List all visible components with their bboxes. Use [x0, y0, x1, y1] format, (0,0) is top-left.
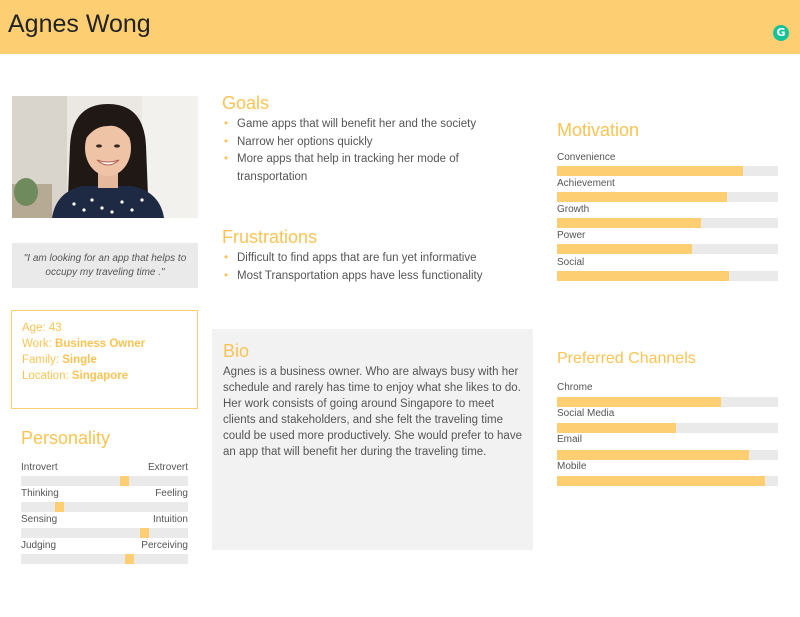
motivation-label: Social: [557, 257, 585, 268]
motivation-fill: [557, 271, 730, 281]
scale-track: [21, 476, 188, 486]
channel-track: [557, 397, 778, 407]
motivation-label: Growth: [557, 204, 590, 215]
scale-marker: [125, 554, 135, 564]
age-value: 43: [48, 322, 62, 334]
channel-fill: [557, 476, 765, 486]
motivation-track: [557, 192, 778, 202]
persona-info-box: Age: 43 Work: Business Owner Family: Sin…: [11, 310, 198, 409]
motivation-fill: [557, 192, 728, 202]
channel-label: Mobile: [557, 461, 587, 472]
work-value: Business Owner: [55, 338, 146, 350]
motivation-label: Power: [557, 230, 586, 241]
channel-track: [557, 476, 778, 486]
age-label: Age:: [22, 322, 46, 334]
motivation-label: Achievement: [557, 178, 615, 189]
channel-fill: [557, 397, 721, 407]
work-row: Work: Business Owner: [22, 336, 187, 352]
goals-list: Game apps that will benefit her and the …: [222, 116, 492, 186]
scale-marker: [54, 502, 64, 512]
frustrations-title: Frustrations: [222, 227, 318, 247]
channel-track: [557, 450, 778, 460]
age-row: Age: 43: [22, 320, 187, 336]
grammarly-icon[interactable]: G: [773, 25, 789, 41]
portrait-illustration: [12, 96, 198, 218]
persona-name: Agnes Wong: [8, 10, 151, 38]
bio-panel: Bio Agnes is a business owner. Who are a…: [212, 329, 533, 550]
work-label: Work:: [22, 338, 52, 350]
persona-header: Agnes Wong G: [0, 0, 800, 54]
scale-left-label: Introvert: [21, 462, 58, 473]
goal-item: More apps that help in tracking her mode…: [222, 151, 492, 186]
scale-track: [21, 528, 188, 538]
frustration-item: Difficult to find apps that are fun yet …: [222, 250, 522, 268]
motivation-title: Motivation: [557, 120, 640, 140]
scale-left-label: Judging: [21, 540, 57, 551]
scale-left-label: Sensing: [21, 514, 58, 525]
location-value: Singapore: [71, 370, 129, 382]
scale-left-label: Thinking: [21, 488, 59, 499]
scale-right-label: Intuition: [152, 514, 188, 525]
frustrations-list: Difficult to find apps that are fun yet …: [222, 250, 522, 285]
scale-right-label: Perceiving: [141, 540, 188, 551]
channel-label: Chrome: [557, 382, 593, 393]
motivation-track: [557, 166, 778, 176]
location-row: Location: Singapore: [22, 368, 187, 384]
motivation-fill: [557, 166, 743, 176]
personality-title: Personality: [21, 428, 111, 448]
channel-label: Email: [557, 434, 583, 445]
bio-text: Agnes is a business owner. Who are alway…: [223, 364, 527, 460]
family-label: Family:: [22, 354, 60, 366]
channel-track: [557, 423, 778, 433]
persona-quote: "I am looking for an app that helps to o…: [12, 243, 198, 288]
goal-item: Narrow her options quickly: [222, 134, 492, 152]
goal-item: Game apps that will benefit her and the …: [222, 116, 492, 134]
family-value: Single: [62, 354, 97, 366]
motivation-fill: [557, 218, 701, 228]
motivation-track: [557, 271, 778, 281]
goals-title: Goals: [222, 93, 270, 113]
scale-right-label: Feeling: [155, 488, 188, 499]
channel-fill: [557, 450, 750, 460]
scale-marker: [120, 476, 130, 486]
motivation-track: [557, 218, 778, 228]
bio-title: Bio: [223, 341, 250, 361]
scale-track: [21, 502, 188, 512]
bio-paragraph: Agnes is a business owner. Who are alway…: [223, 366, 522, 458]
channel-label: Social Media: [557, 408, 615, 419]
motivation-fill: [557, 244, 692, 254]
motivation-label: Convenience: [557, 152, 616, 163]
scale-right-label: Extrovert: [147, 462, 188, 473]
family-row: Family: Single: [22, 352, 187, 368]
channels-title: Preferred Channels: [557, 350, 696, 367]
frustration-item: Most Transportation apps have less funct…: [222, 268, 522, 286]
location-label: Location:: [22, 370, 69, 382]
scale-marker: [140, 528, 150, 538]
scale-track: [21, 554, 188, 564]
persona-photo: [12, 96, 198, 218]
motivation-track: [557, 244, 778, 254]
channel-fill: [557, 423, 677, 433]
